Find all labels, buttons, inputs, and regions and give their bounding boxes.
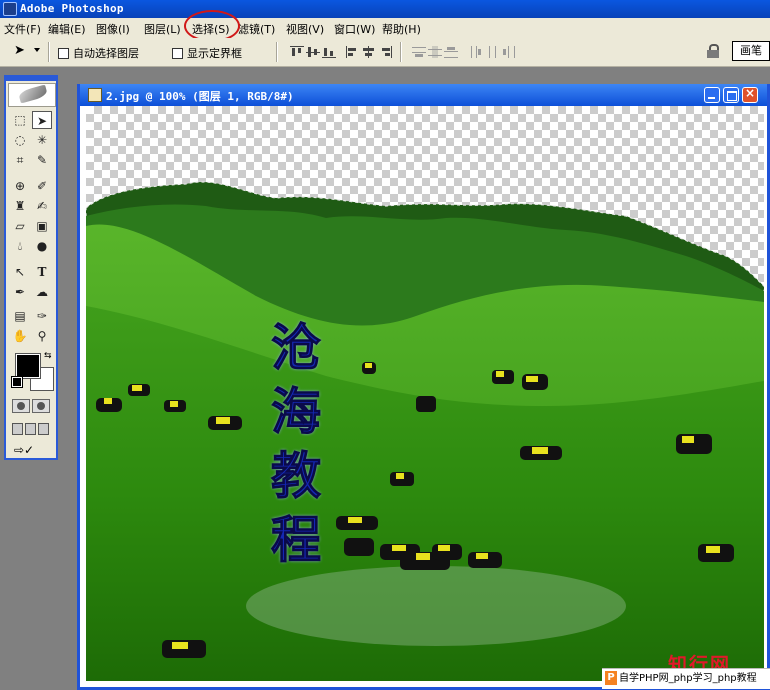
separator <box>48 42 50 62</box>
feather-icon <box>17 84 49 104</box>
dodge-tool-icon[interactable]: ● <box>32 237 52 255</box>
show-bounding-box-checkbox[interactable]: 显示定界框 <box>172 45 242 60</box>
menu-file[interactable]: 文件(F) <box>4 21 41 37</box>
app-title: Adobe Photoshop <box>20 2 124 15</box>
distribute-right-icon[interactable] <box>502 46 516 58</box>
distribute-left-icon[interactable] <box>470 46 484 58</box>
swap-colors-icon[interactable]: ⇆ <box>44 351 52 361</box>
eyedropper-tool-icon[interactable]: ✑ <box>32 307 52 325</box>
tool-preset-picker[interactable]: ➤ <box>12 43 42 60</box>
distribute-bottom-icon[interactable] <box>444 46 458 58</box>
gradient-tool-icon[interactable]: ▣ <box>32 217 52 235</box>
full-screen-menu-mode-button[interactable] <box>25 423 36 435</box>
separator <box>276 42 278 62</box>
menu-bar: 文件(F) 编辑(E) 图像(I) 图层(L) 选择(S) 滤镜(T) 视图(V… <box>0 18 770 39</box>
minimize-icon <box>708 97 715 99</box>
hand-tool-icon[interactable]: ✋ <box>10 327 30 345</box>
slice-tool-icon[interactable]: ✎ <box>32 151 52 169</box>
checkbox-box <box>172 47 183 59</box>
align-horizontal-center-icon[interactable] <box>362 46 376 58</box>
brushes-palette-tab[interactable]: 画笔 <box>732 41 770 61</box>
title-char: 沧 <box>271 319 322 378</box>
crop-tool-icon[interactable]: ⌗ <box>10 151 30 169</box>
history-brush-tool-icon[interactable]: ✍ <box>32 197 52 215</box>
landscape-image <box>86 181 764 681</box>
jump-to-imageready-button[interactable]: ⇨✓ <box>14 443 50 459</box>
zoom-tool-icon[interactable]: ⚲ <box>32 327 52 345</box>
document-icon <box>88 88 102 102</box>
move-tool-icon: ➤ <box>14 43 25 58</box>
auto-select-layer-checkbox[interactable]: 自动选择图层 <box>58 45 139 60</box>
options-bar: ➤ 自动选择图层 显示定界框 <box>0 38 770 67</box>
align-top-icon[interactable] <box>290 46 304 58</box>
type-tool-icon[interactable]: T <box>32 263 52 281</box>
watermark-badge-text: 自学PHP网_php学习_php教程 <box>619 673 757 684</box>
menu-edit[interactable]: 编辑(E) <box>48 21 86 37</box>
watermark-badge: P 自学PHP网_php学习_php教程 <box>602 668 770 689</box>
document-window: 2.jpg @ 100% (图层 1, RGB/8#) × 沧 海 教 程 <box>77 84 770 690</box>
magic-wand-tool-icon[interactable]: ✳ <box>32 131 52 149</box>
minimize-button[interactable] <box>704 87 720 103</box>
title-char: 教 <box>271 447 322 506</box>
close-button[interactable]: × <box>742 86 758 103</box>
pen-tool-icon[interactable]: ✒ <box>10 283 30 301</box>
align-left-icon[interactable] <box>346 46 360 58</box>
menu-window[interactable]: 窗口(W) <box>334 21 375 37</box>
separator <box>400 42 402 62</box>
brush-tool-icon[interactable]: ✐ <box>32 177 52 195</box>
eraser-tool-icon[interactable]: ▱ <box>10 217 30 235</box>
standard-screen-mode-button[interactable] <box>12 423 23 435</box>
move-tool-icon[interactable]: ➤ <box>32 111 52 129</box>
photoshop-icon <box>3 2 17 16</box>
title-char: 海 <box>271 383 322 442</box>
full-screen-mode-button[interactable] <box>38 423 49 435</box>
foreground-color-swatch[interactable] <box>15 353 41 379</box>
align-right-icon[interactable] <box>378 46 392 58</box>
auto-select-layer-label: 自动选择图层 <box>73 47 139 60</box>
tools-palette: ⬚ ➤ ◌ ✳ ⌗ ✎ ⊕ ✐ ♜ ✍ ▱ ▣ 💧︎ ● ↖ T ✒ ☁ ▤ ✑… <box>4 75 58 460</box>
document-title: 2.jpg @ 100% (图层 1, RGB/8#) <box>106 90 294 103</box>
show-bounding-box-label: 显示定界框 <box>187 47 242 60</box>
align-bottom-icon[interactable] <box>322 46 336 58</box>
path-selection-tool-icon[interactable]: ↖ <box>10 263 30 281</box>
custom-shape-tool-icon[interactable]: ☁ <box>32 283 52 301</box>
menu-filter[interactable]: 滤镜(T) <box>238 21 275 37</box>
checkbox-box <box>58 47 69 59</box>
clone-stamp-tool-icon[interactable]: ♜ <box>10 197 30 215</box>
document-titlebar: 2.jpg @ 100% (图层 1, RGB/8#) × <box>80 84 767 106</box>
distribute-horizontal-center-icon[interactable] <box>486 46 500 58</box>
menu-layer[interactable]: 图层(L) <box>144 21 181 37</box>
lock-icon[interactable] <box>706 44 720 58</box>
lasso-tool-icon[interactable]: ◌ <box>10 131 30 149</box>
close-icon: × <box>744 86 756 100</box>
title-char: 程 <box>271 511 322 570</box>
distribute-top-icon[interactable] <box>412 46 426 58</box>
lock-body <box>707 50 719 58</box>
menu-image[interactable]: 图像(I) <box>96 21 130 37</box>
vertical-title-text: 沧 海 教 程 <box>266 316 326 572</box>
menu-view[interactable]: 视图(V) <box>286 21 324 37</box>
blur-tool-icon[interactable]: 💧︎ <box>10 237 30 255</box>
standard-mode-button[interactable] <box>12 399 30 413</box>
healing-brush-tool-icon[interactable]: ⊕ <box>10 177 30 195</box>
php-logo-icon: P <box>605 671 617 685</box>
toolbox-header <box>8 83 56 107</box>
app-titlebar: Adobe Photoshop <box>0 0 770 18</box>
menu-help[interactable]: 帮助(H) <box>382 21 421 37</box>
align-vertical-center-icon[interactable] <box>306 46 320 58</box>
chevron-down-icon <box>34 48 40 52</box>
distribute-center-icon[interactable] <box>428 46 442 58</box>
notes-tool-icon[interactable]: ▤ <box>10 307 30 325</box>
quick-mask-mode-button[interactable] <box>32 399 50 413</box>
maximize-icon <box>727 91 737 101</box>
marquee-tool-icon[interactable]: ⬚ <box>10 111 30 129</box>
maximize-button[interactable] <box>723 87 739 103</box>
default-colors-icon[interactable] <box>11 376 23 388</box>
image-canvas[interactable]: 沧 海 教 程 <box>86 106 764 681</box>
